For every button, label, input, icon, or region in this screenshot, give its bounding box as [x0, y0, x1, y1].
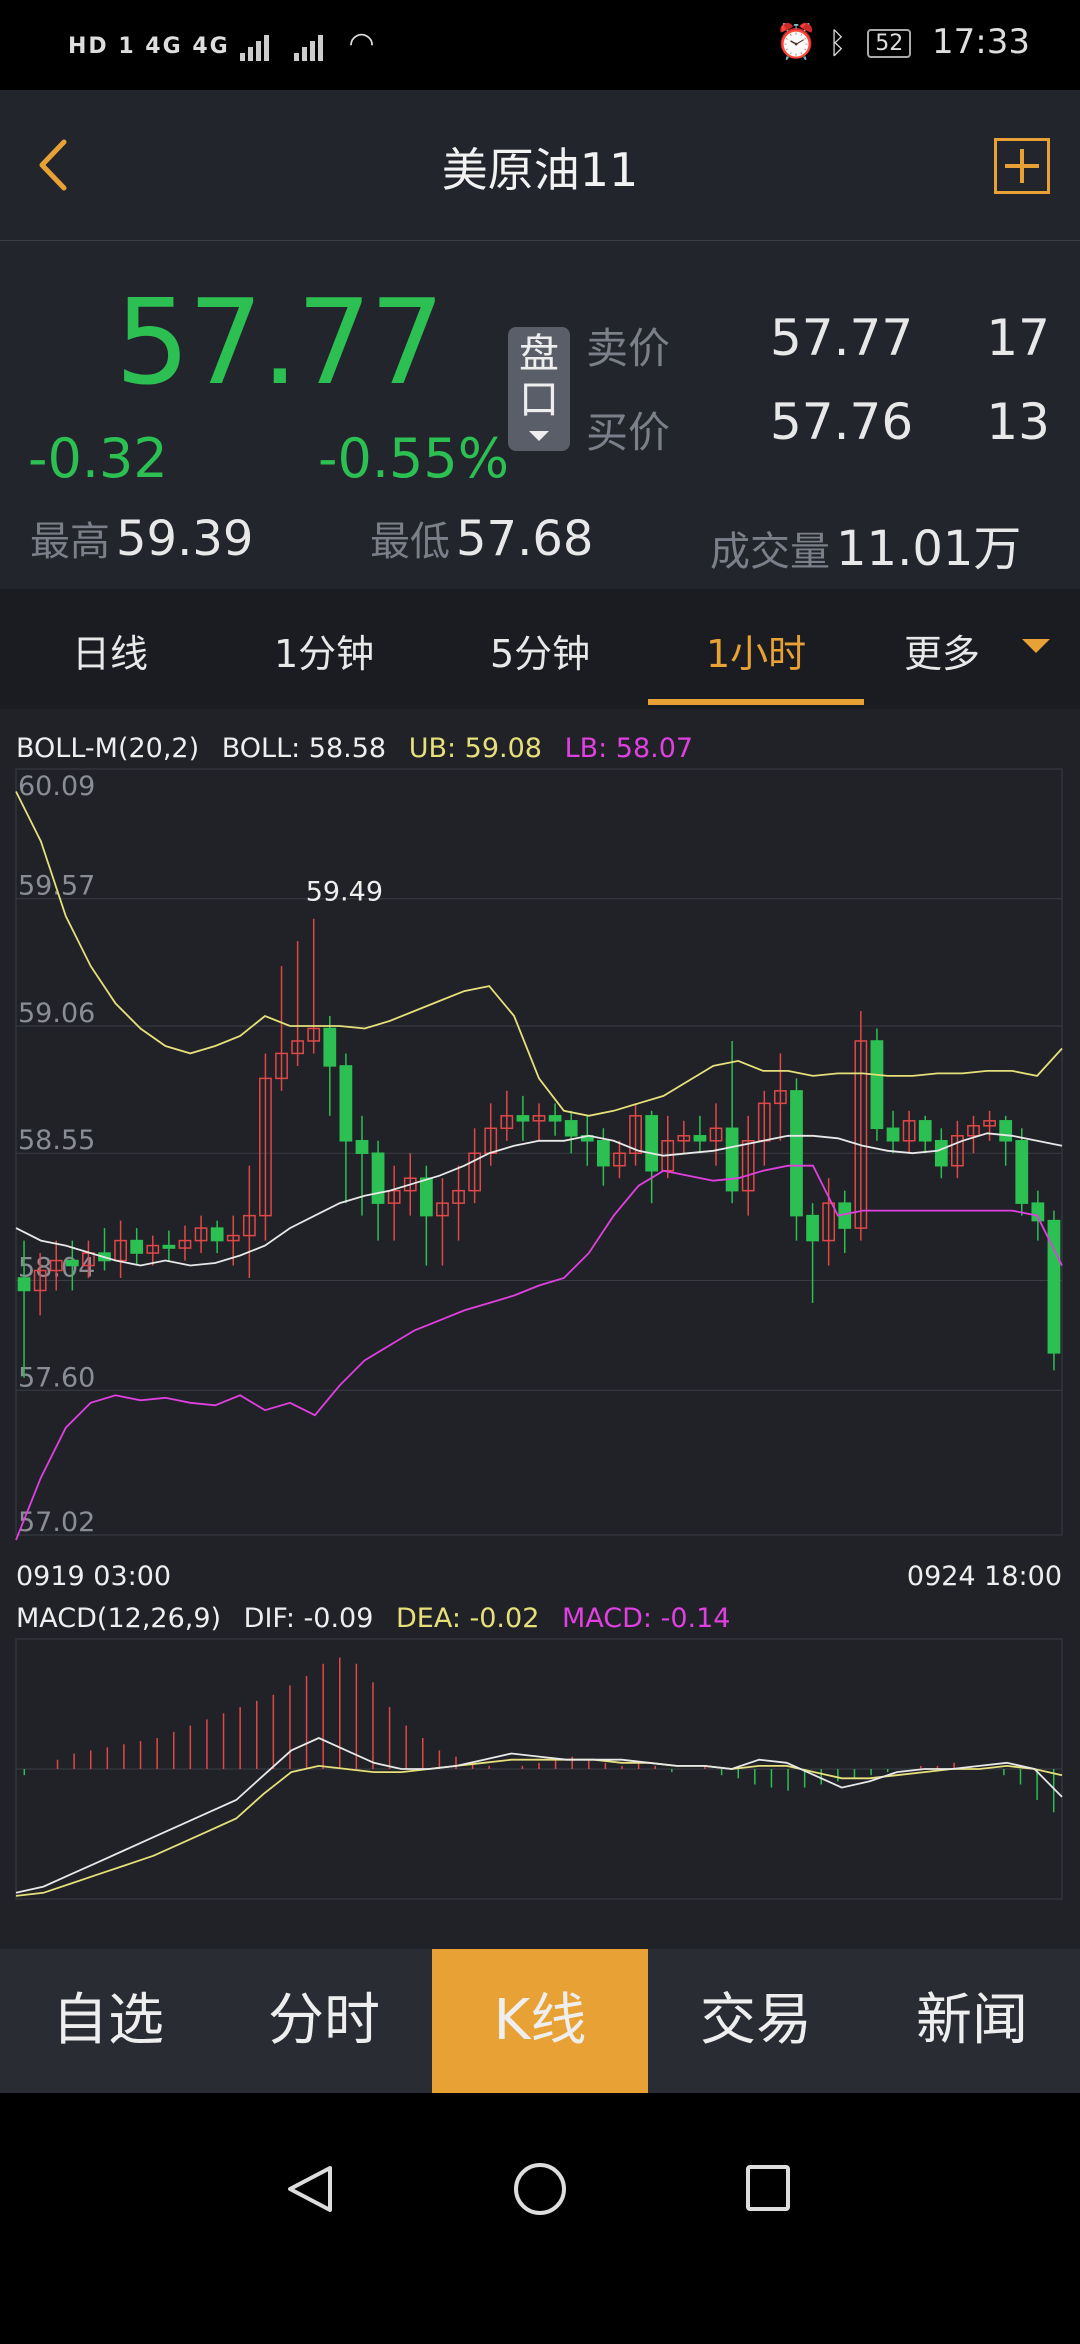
high-label: 最高	[30, 519, 110, 565]
bid-volume: 13	[986, 393, 1050, 451]
macd-legend-dif: DIF: -0.09	[243, 1603, 374, 1634]
candle-body	[999, 1120, 1013, 1142]
status-time: 17:33	[932, 22, 1030, 62]
boll-upper-line	[15, 791, 1063, 1117]
tab-5min[interactable]: 5分钟	[490, 623, 590, 678]
macd-legend-name: MACD(12,26,9)	[16, 1603, 222, 1634]
candle-body	[725, 1127, 739, 1192]
tab-1min[interactable]: 1分钟	[274, 623, 374, 678]
candle-body	[65, 1259, 79, 1267]
candle-body	[323, 1027, 337, 1067]
x-axis-label-end: 0924 18:00	[907, 1561, 1062, 1592]
candle-body	[355, 1140, 369, 1154]
kline-svg: 60.0959.5759.0658.5558.0457.6057.0259.49…	[15, 768, 1063, 1900]
pankou-toggle-button[interactable]: 盘 口	[508, 327, 570, 451]
period-tabs: 日线 1分钟 5分钟 1小时 更多	[0, 589, 1080, 709]
nav-timeshare[interactable]: 分时	[216, 1949, 432, 2093]
quote-panel: 57.77 -0.32 -0.55% 盘 口 卖价 57.77 17 买价 57…	[0, 241, 1080, 589]
hd-signal-label: HD 1 4G 4G	[68, 34, 230, 59]
system-nav-bar	[0, 2093, 1080, 2340]
candle-body	[886, 1127, 900, 1142]
boll-lower-line	[15, 1164, 1063, 1541]
macd-dif-line	[15, 1737, 1063, 1894]
candle-body	[210, 1227, 224, 1242]
high-stat: 最高 59.39	[30, 509, 253, 567]
last-price: 57.77	[115, 273, 445, 411]
volume-value: 11.01万	[836, 521, 1022, 577]
add-watchlist-button[interactable]	[994, 138, 1050, 194]
y-axis-label: 59.06	[18, 998, 95, 1029]
candle-body	[339, 1065, 353, 1142]
signal-icon-2	[294, 31, 326, 61]
candle-body	[564, 1120, 578, 1137]
system-nav-icons	[288, 2163, 790, 2215]
pankou-label-1: 盘	[519, 331, 559, 377]
status-bar-right: ⏰ ᛒ 52 17:33	[775, 22, 1030, 62]
candle-body	[162, 1244, 176, 1249]
status-bar-left: HD 1 4G 4G ◠	[68, 26, 377, 61]
y-axis-label: 58.55	[18, 1125, 95, 1156]
macd-legend-macd: MACD: -0.14	[561, 1603, 731, 1634]
candle-body	[419, 1177, 433, 1217]
candle-body	[870, 1040, 884, 1130]
x-axis-label-start: 0919 03:00	[16, 1561, 171, 1592]
nav-trade[interactable]: 交易	[648, 1949, 864, 2093]
alarm-icon: ⏰	[775, 22, 818, 62]
bluetooth-icon: ᛒ	[828, 26, 847, 61]
tab-more[interactable]: 更多	[904, 623, 980, 678]
max-price-label: 59.49	[306, 877, 383, 908]
nav-kline[interactable]: K线	[432, 1949, 648, 2093]
pankou-label-2: 口	[519, 377, 559, 423]
caret-down-icon	[529, 431, 549, 441]
y-axis-label: 60.09	[18, 771, 95, 802]
signal-icon	[239, 31, 272, 61]
low-label: 最低	[370, 519, 450, 565]
nav-recents-icon[interactable]	[746, 2165, 790, 2211]
kline-chart-area[interactable]: BOLL-M(20,2) BOLL: 58.58 UB: 59.08 LB: 5…	[0, 709, 1080, 1949]
candle-body	[934, 1140, 948, 1167]
tab-1hour[interactable]: 1小时	[706, 623, 806, 678]
low-stat: 最低 57.68	[370, 509, 593, 567]
bid-label: 买价	[586, 408, 671, 457]
nav-home-icon[interactable]	[514, 2163, 566, 2215]
candle-body	[806, 1214, 819, 1242]
low-value: 57.68	[456, 511, 594, 567]
candle-body	[371, 1152, 385, 1204]
nav-watchlist[interactable]: 自选	[0, 1949, 216, 2093]
battery-icon: 52	[867, 29, 912, 58]
volume-stat: 成交量 11.01万	[710, 509, 1021, 579]
price-change: -0.32	[28, 427, 168, 490]
macd-legend-dea: DEA: -0.02	[395, 1603, 540, 1634]
y-axis-label: 57.60	[18, 1362, 95, 1393]
candle-body	[918, 1120, 932, 1142]
volume-label: 成交量	[710, 529, 830, 575]
tab-daily[interactable]: 日线	[72, 623, 148, 678]
bid-price: 57.76	[770, 393, 914, 451]
price-change-pct: -0.55%	[318, 427, 510, 490]
nav-back-icon[interactable]	[288, 2166, 332, 2212]
candle-body	[693, 1135, 707, 1142]
status-bar: HD 1 4G 4G ◠ ⏰ ᛒ 52 17:33	[0, 0, 1080, 90]
nav-news[interactable]: 新闻	[864, 1949, 1080, 2093]
ask-price: 57.77	[770, 309, 914, 367]
ask-volume: 17	[986, 309, 1050, 367]
candle-body	[596, 1140, 610, 1167]
high-value: 59.39	[116, 511, 254, 567]
y-axis-label: 57.02	[18, 1507, 95, 1538]
candle-body	[17, 1277, 31, 1292]
candle-body	[130, 1239, 144, 1254]
macd-legend: MACD(12,26,9) DIF: -0.09 DEA: -0.02 MACD…	[16, 1603, 744, 1634]
bottom-nav: 自选 分时 K线 交易 新闻	[0, 1949, 1080, 2093]
candle-body	[790, 1090, 803, 1217]
ask-label: 卖价	[586, 324, 671, 373]
candle-body	[548, 1115, 562, 1122]
caret-down-icon[interactable]	[1022, 639, 1050, 653]
active-tab-indicator	[648, 699, 864, 705]
page-title: 美原油11	[441, 143, 639, 197]
candle-body	[1015, 1140, 1029, 1204]
candle-body	[645, 1115, 659, 1172]
app-header: 美原油11	[0, 90, 1080, 241]
wifi-icon: ◠	[348, 26, 377, 61]
candle-body	[516, 1115, 530, 1122]
